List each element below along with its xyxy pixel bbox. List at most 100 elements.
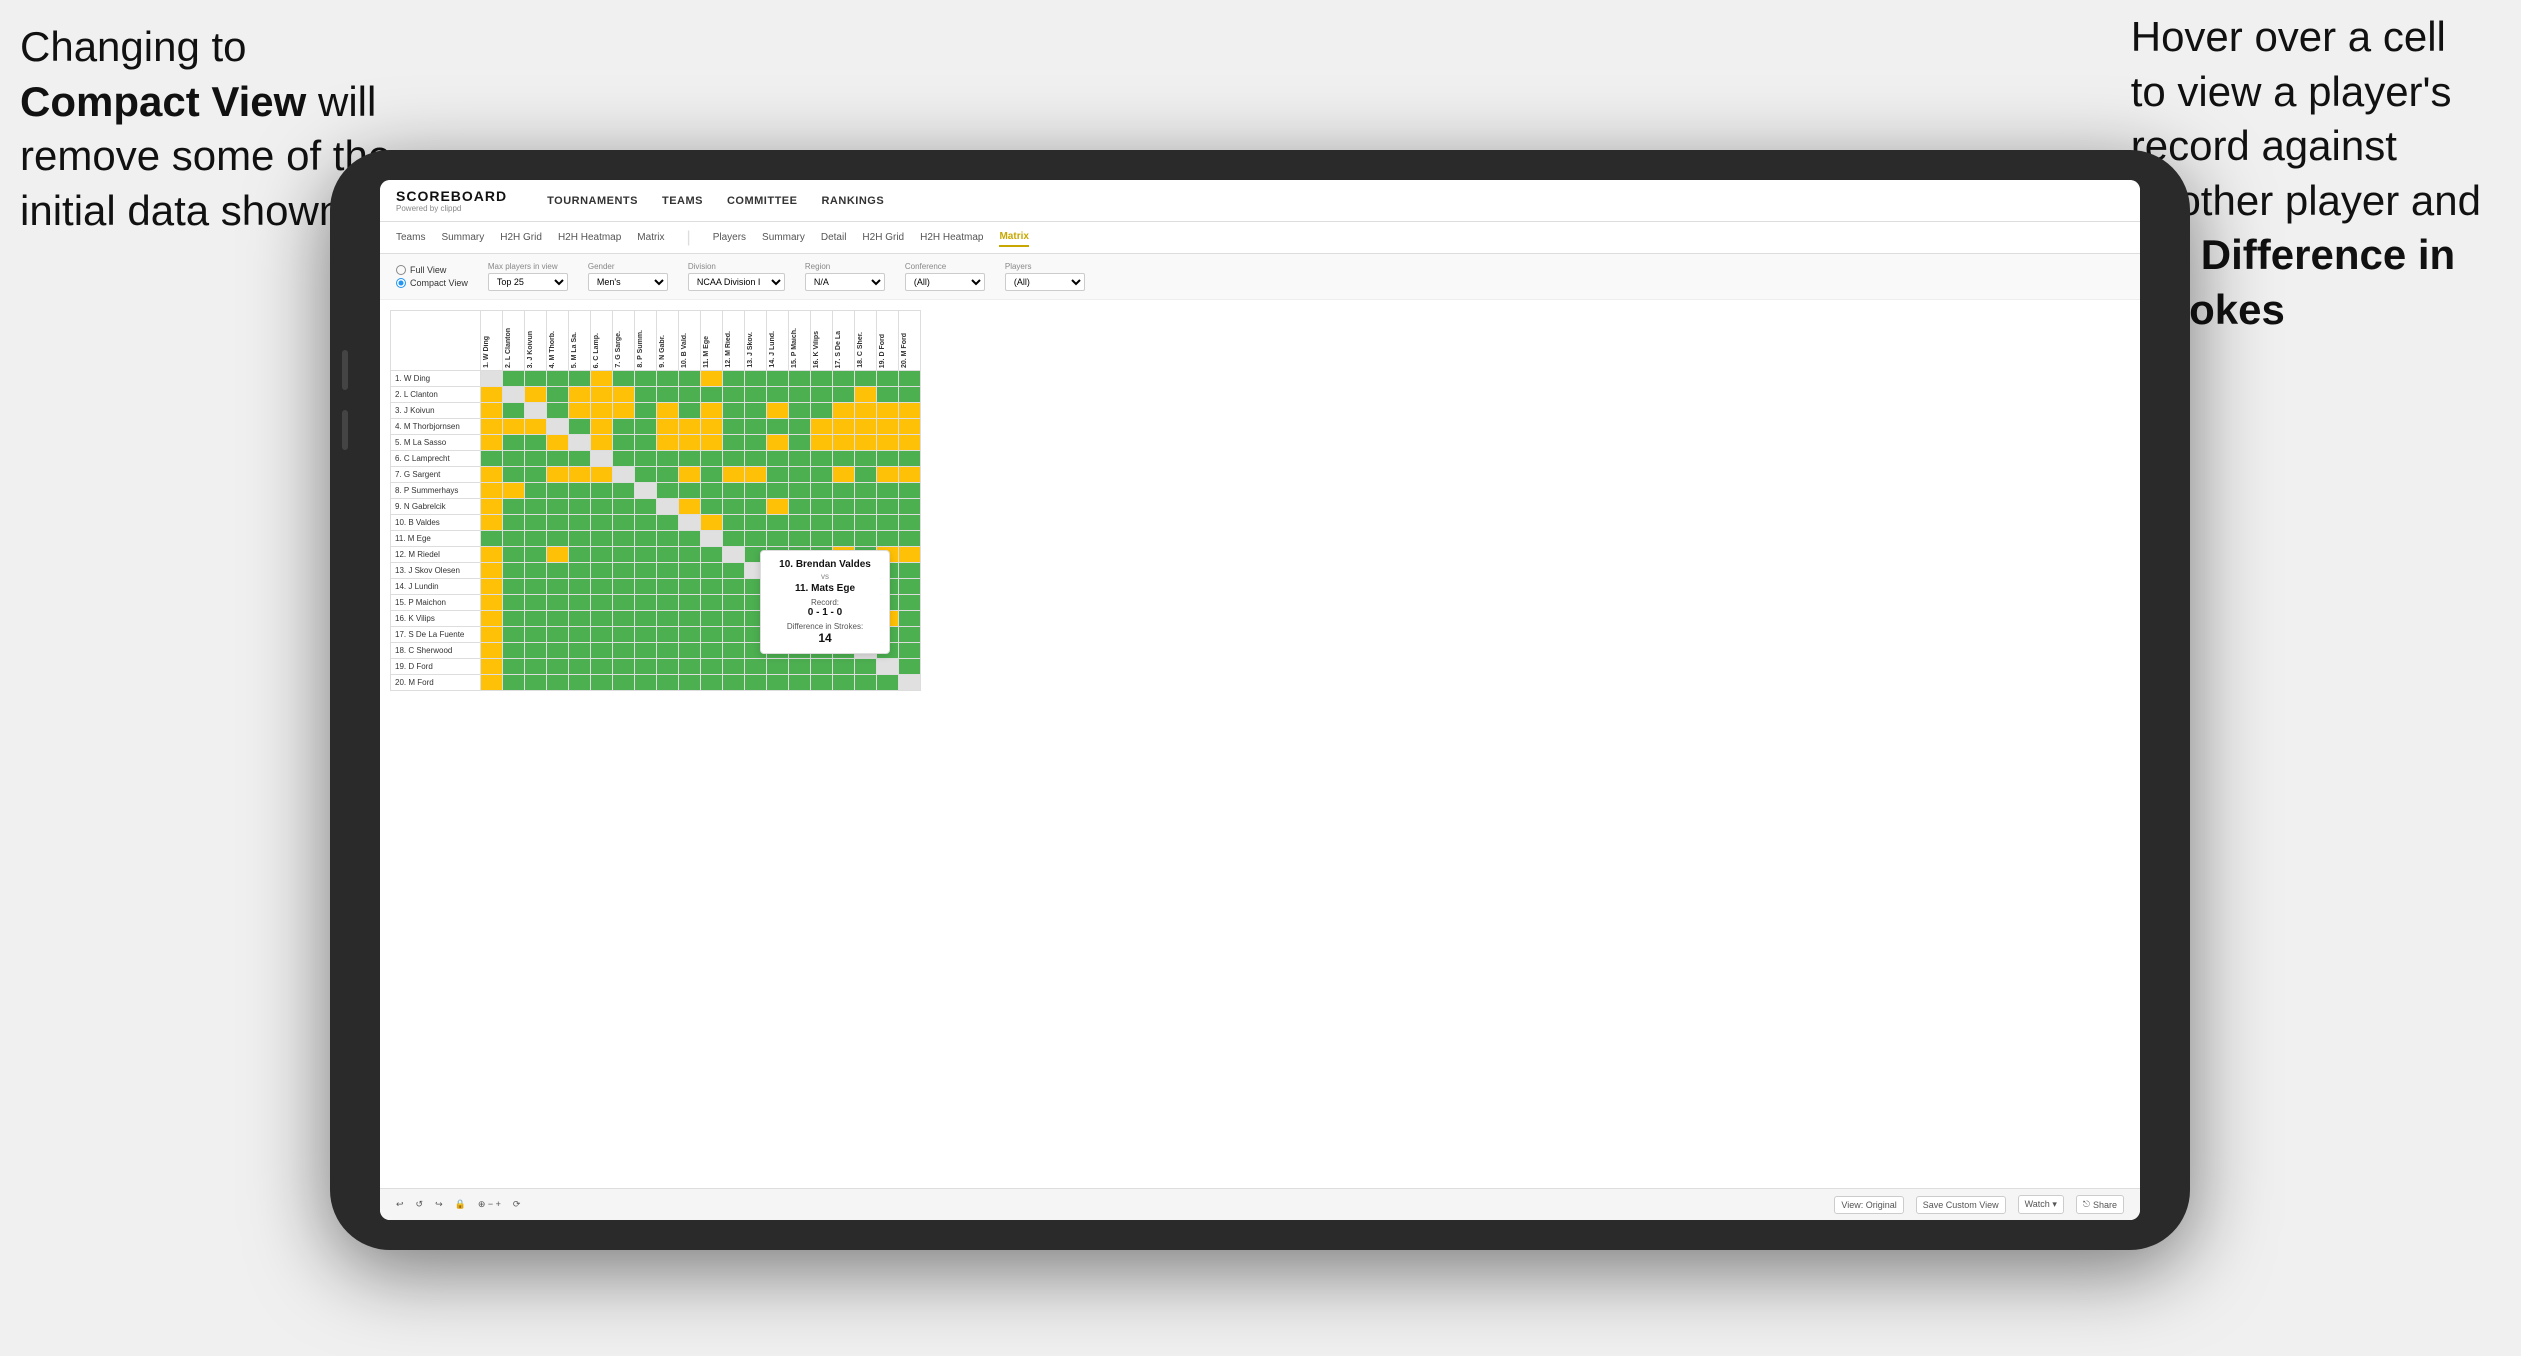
cell-r19-c18[interactable] — [855, 659, 877, 675]
cell-r19-c7[interactable] — [613, 659, 635, 675]
cell-r10-c5[interactable] — [569, 515, 591, 531]
cell-r4-c14[interactable] — [767, 419, 789, 435]
cell-r14-c4[interactable] — [547, 579, 569, 595]
max-players-select[interactable]: Top 25 Top 50 — [488, 273, 568, 291]
cell-r18-c11[interactable] — [701, 643, 723, 659]
cell-r6-c2[interactable] — [503, 451, 525, 467]
cell-r12-c7[interactable] — [613, 547, 635, 563]
cell-r2-c5[interactable] — [569, 387, 591, 403]
cell-r12-c11[interactable] — [701, 547, 723, 563]
cell-r11-c19[interactable] — [877, 531, 899, 547]
cell-r1-c6[interactable] — [591, 371, 613, 387]
cell-r16-c11[interactable] — [701, 611, 723, 627]
cell-r13-c6[interactable] — [591, 563, 613, 579]
cell-r19-c17[interactable] — [833, 659, 855, 675]
cell-r11-c14[interactable] — [767, 531, 789, 547]
cell-r18-c6[interactable] — [591, 643, 613, 659]
cell-r3-c18[interactable] — [855, 403, 877, 419]
cell-r9-c10[interactable] — [679, 499, 701, 515]
cell-r11-c17[interactable] — [833, 531, 855, 547]
cell-r8-c7[interactable] — [613, 483, 635, 499]
cell-r7-c17[interactable] — [833, 467, 855, 483]
cell-r4-c1[interactable] — [481, 419, 503, 435]
cell-r11-c1[interactable] — [481, 531, 503, 547]
cell-r12-c4[interactable] — [547, 547, 569, 563]
cell-r13-c7[interactable] — [613, 563, 635, 579]
cell-r3-c14[interactable] — [767, 403, 789, 419]
cell-r4-c6[interactable] — [591, 419, 613, 435]
cell-r13-c4[interactable] — [547, 563, 569, 579]
cell-r11-c10[interactable] — [679, 531, 701, 547]
cell-r1-c11[interactable] — [701, 371, 723, 387]
cell-r20-c7[interactable] — [613, 675, 635, 691]
cell-r14-c20[interactable] — [899, 579, 921, 595]
cell-r10-c10[interactable] — [679, 515, 701, 531]
cell-r7-c1[interactable] — [481, 467, 503, 483]
cell-r20-c8[interactable] — [635, 675, 657, 691]
region-select[interactable]: N/A — [805, 273, 885, 291]
cell-r3-c15[interactable] — [789, 403, 811, 419]
cell-r11-c7[interactable] — [613, 531, 635, 547]
cell-r8-c15[interactable] — [789, 483, 811, 499]
cell-r18-c9[interactable] — [657, 643, 679, 659]
cell-r2-c1[interactable] — [481, 387, 503, 403]
cell-r10-c3[interactable] — [525, 515, 547, 531]
cell-r19-c2[interactable] — [503, 659, 525, 675]
cell-r13-c8[interactable] — [635, 563, 657, 579]
cell-r19-c19[interactable] — [877, 659, 899, 675]
cell-r20-c17[interactable] — [833, 675, 855, 691]
cell-r12-c12[interactable] — [723, 547, 745, 563]
sub-tab-detail[interactable]: Detail — [821, 229, 847, 246]
cell-r18-c20[interactable] — [899, 643, 921, 659]
cell-r16-c8[interactable] — [635, 611, 657, 627]
cell-r2-c14[interactable] — [767, 387, 789, 403]
cell-r13-c10[interactable] — [679, 563, 701, 579]
cell-r8-c2[interactable] — [503, 483, 525, 499]
cell-r15-c1[interactable] — [481, 595, 503, 611]
cell-r1-c18[interactable] — [855, 371, 877, 387]
full-view-radio[interactable]: Full View — [396, 265, 468, 275]
cell-r12-c6[interactable] — [591, 547, 613, 563]
cell-r4-c20[interactable] — [899, 419, 921, 435]
cell-r8-c12[interactable] — [723, 483, 745, 499]
cell-r8-c11[interactable] — [701, 483, 723, 499]
cell-r13-c11[interactable] — [701, 563, 723, 579]
cell-r8-c9[interactable] — [657, 483, 679, 499]
sub-tab-summary2[interactable]: Summary — [762, 229, 805, 246]
cell-r5-c2[interactable] — [503, 435, 525, 451]
cell-r5-c19[interactable] — [877, 435, 899, 451]
cell-r17-c4[interactable] — [547, 627, 569, 643]
cell-r7-c7[interactable] — [613, 467, 635, 483]
cell-r16-c20[interactable] — [899, 611, 921, 627]
cell-r4-c15[interactable] — [789, 419, 811, 435]
cell-r15-c20[interactable] — [899, 595, 921, 611]
cell-r14-c9[interactable] — [657, 579, 679, 595]
cell-r9-c5[interactable] — [569, 499, 591, 515]
cell-r2-c10[interactable] — [679, 387, 701, 403]
cell-r2-c3[interactable] — [525, 387, 547, 403]
cell-r10-c9[interactable] — [657, 515, 679, 531]
cell-r7-c9[interactable] — [657, 467, 679, 483]
cell-r19-c10[interactable] — [679, 659, 701, 675]
cell-r6-c10[interactable] — [679, 451, 701, 467]
cell-r8-c17[interactable] — [833, 483, 855, 499]
cell-r13-c20[interactable] — [899, 563, 921, 579]
cell-r5-c13[interactable] — [745, 435, 767, 451]
cell-r4-c18[interactable] — [855, 419, 877, 435]
gender-select[interactable]: Men's Women's — [588, 273, 668, 291]
cell-r6-c15[interactable] — [789, 451, 811, 467]
cell-r19-c20[interactable] — [899, 659, 921, 675]
sub-tab-h2hheatmap2[interactable]: H2H Heatmap — [920, 229, 983, 246]
sub-tab-matrix2[interactable]: Matrix — [999, 228, 1028, 247]
cell-r4-c13[interactable] — [745, 419, 767, 435]
cell-r9-c9[interactable] — [657, 499, 679, 515]
undo-btn[interactable]: ↩ — [396, 1199, 404, 1210]
cell-r1-c4[interactable] — [547, 371, 569, 387]
cell-r15-c10[interactable] — [679, 595, 701, 611]
redo-btn[interactable]: ↪ — [435, 1199, 443, 1210]
cell-r20-c6[interactable] — [591, 675, 613, 691]
cell-r6-c1[interactable] — [481, 451, 503, 467]
nav-item-teams[interactable]: TEAMS — [662, 191, 703, 211]
cell-r11-c4[interactable] — [547, 531, 569, 547]
cell-r4-c3[interactable] — [525, 419, 547, 435]
